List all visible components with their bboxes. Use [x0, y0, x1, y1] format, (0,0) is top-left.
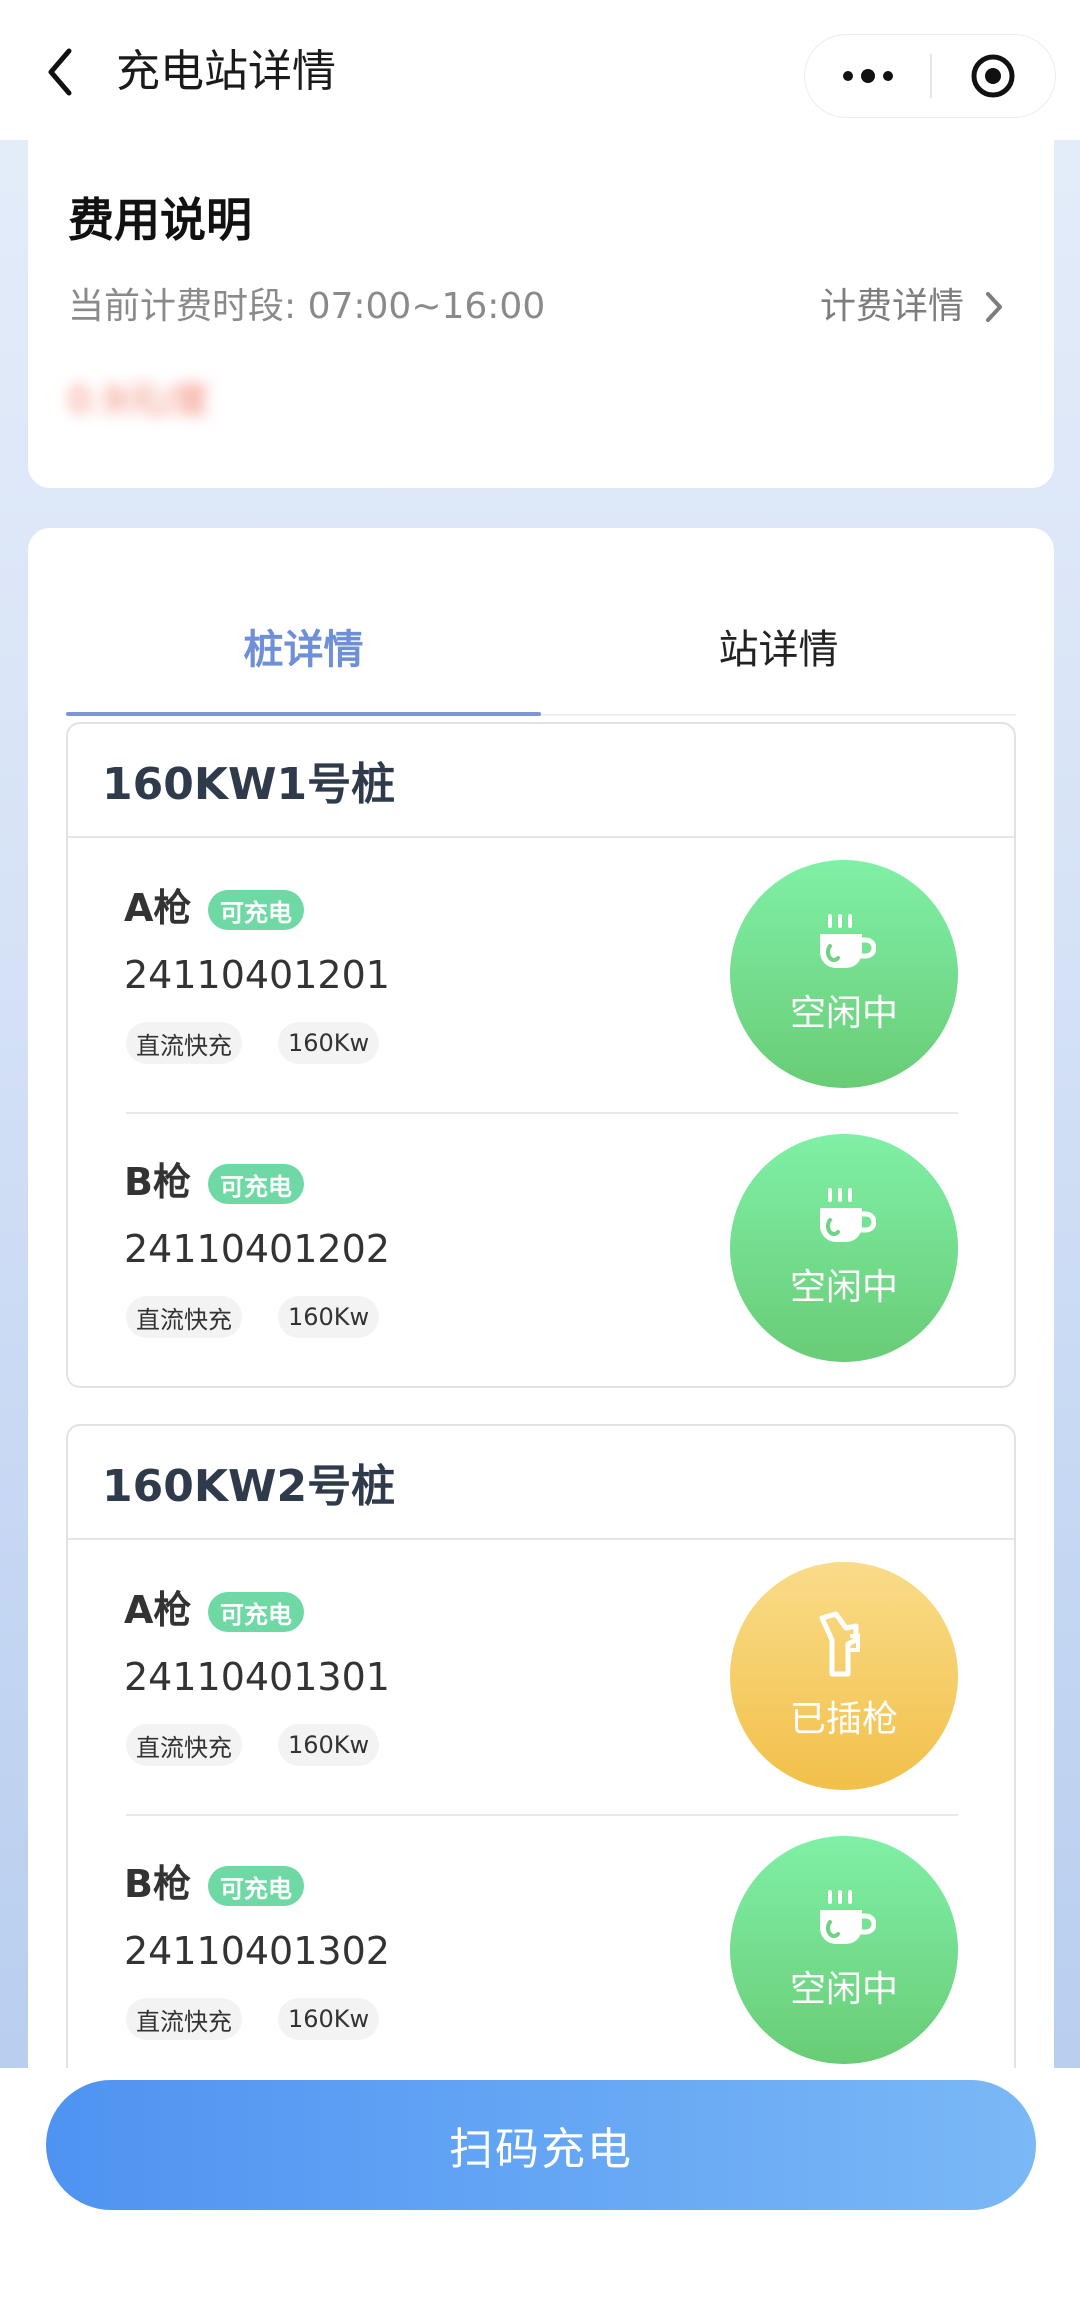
- scan-to-charge-button[interactable]: 扫码充电: [46, 2080, 1036, 2210]
- tab-bar: 桩详情 站详情: [66, 576, 1016, 716]
- tab-underline: [66, 712, 541, 716]
- charging-plug-icon: [819, 1611, 860, 1677]
- status-badge: 可充电: [208, 1592, 304, 1632]
- pile-title: 160KW2号桩: [68, 1426, 1014, 1540]
- gun-type-tag: 直流快充: [126, 1998, 242, 2040]
- fee-detail-link[interactable]: 计费详情: [820, 282, 1004, 332]
- gun-item[interactable]: B枪 可充电 24110401302 直流快充 160Kw 空闲中: [68, 1814, 1014, 2088]
- gun-code: 24110401201: [124, 953, 390, 997]
- fee-period: 当前计费时段: 07:00~16:00: [68, 286, 546, 327]
- gun-item[interactable]: B枪 可充电 24110401202 直流快充 160Kw 空闲中: [68, 1112, 1014, 1386]
- gun-status-circle[interactable]: 空闲中: [730, 1134, 958, 1362]
- status-badge: 可充电: [208, 1164, 304, 1204]
- pile-title: 160KW1号桩: [68, 724, 1014, 838]
- gun-power-tag: 160Kw: [278, 1296, 380, 1338]
- coffee-cup-icon: [820, 1890, 876, 1944]
- gun-type-tag: 直流快充: [126, 1296, 242, 1338]
- gun-name: A枪: [124, 886, 192, 930]
- target-close-icon: [971, 54, 1015, 98]
- gun-power-tag: 160Kw: [278, 1998, 380, 2040]
- chevron-right-icon: [986, 292, 1002, 322]
- fee-detail-label: 计费详情: [819, 286, 964, 327]
- pile-list-card: 桩详情 站详情 160KW1号桩 A枪 可充电 24110401201 直流快充…: [28, 528, 1054, 2088]
- pile-card: 160KW1号桩 A枪 可充电 24110401201 直流快充 160Kw 空…: [66, 722, 1016, 1388]
- tab-pile-detail[interactable]: 桩详情: [66, 576, 541, 716]
- gun-item[interactable]: A枪 可充电 24110401201 直流快充 160Kw 空闲中: [68, 838, 1014, 1112]
- coffee-cup-icon: [820, 1188, 876, 1242]
- gun-status-label: 已插枪: [789, 1699, 898, 1740]
- back-button[interactable]: [38, 44, 82, 100]
- status-badge: 可充电: [208, 1866, 304, 1906]
- chevron-left-icon: [48, 48, 72, 96]
- gun-name: A枪: [124, 1588, 192, 1632]
- pile-card: 160KW2号桩 A枪 可充电 24110401301 直流快充 160Kw 已…: [66, 1424, 1016, 2088]
- coffee-cup-icon: [820, 914, 876, 968]
- fee-card: 费用说明 当前计费时段: 07:00~16:00 计费详情 0.9元/度: [28, 140, 1054, 488]
- gun-power-tag: 160Kw: [278, 1724, 380, 1766]
- mini-program-capsule: [804, 34, 1056, 118]
- gun-status-circle[interactable]: 空闲中: [730, 860, 958, 1088]
- more-button[interactable]: [805, 34, 930, 118]
- gun-status-circle[interactable]: 已插枪: [730, 1562, 958, 1790]
- gun-power-tag: 160Kw: [278, 1022, 380, 1064]
- gun-status-label: 空闲中: [789, 993, 898, 1034]
- gun-name: B枪: [124, 1862, 191, 1906]
- gun-status-label: 空闲中: [789, 1969, 898, 2010]
- fee-title: 费用说明: [68, 193, 252, 247]
- fee-price: 0.9元/度: [68, 380, 210, 421]
- gun-code: 24110401302: [124, 1929, 390, 1973]
- gun-name: B枪: [124, 1160, 191, 1204]
- nav-bar: 充电站详情: [0, 0, 1080, 140]
- gun-code: 24110401301: [124, 1655, 390, 1699]
- gun-type-tag: 直流快充: [126, 1022, 242, 1064]
- gun-code: 24110401202: [124, 1227, 390, 1271]
- gun-item[interactable]: A枪 可充电 24110401301 直流快充 160Kw 已插枪: [68, 1540, 1014, 1814]
- page-title: 充电站详情: [116, 46, 336, 97]
- close-mini-program-button[interactable]: [932, 34, 1055, 118]
- gun-status-circle[interactable]: 空闲中: [730, 1836, 958, 2064]
- status-badge: 可充电: [208, 890, 304, 930]
- gun-type-tag: 直流快充: [126, 1724, 242, 1766]
- bottom-action-bar: 扫码充电: [0, 2068, 1080, 2304]
- more-dots-icon: [842, 69, 893, 83]
- tab-station-detail[interactable]: 站详情: [541, 576, 1016, 716]
- gun-status-label: 空闲中: [789, 1267, 898, 1308]
